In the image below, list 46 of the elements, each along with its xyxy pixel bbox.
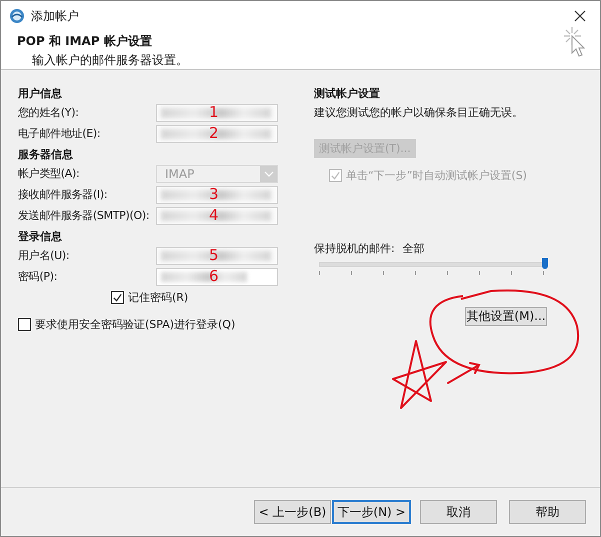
checkbox[interactable] bbox=[111, 291, 124, 304]
checkbox-label: 单击“下一步”时自动测试帐户设置(S) bbox=[346, 168, 527, 183]
dialog-button[interactable]: 取消 bbox=[420, 500, 497, 524]
annotation-number: 5 bbox=[209, 248, 219, 264]
checkbox[interactable] bbox=[18, 318, 31, 331]
dialog-button[interactable]: 帮助 bbox=[509, 500, 586, 524]
offline-label: 保持脱机的邮件: bbox=[314, 241, 395, 256]
annotation-number: 6 bbox=[209, 268, 219, 284]
input-field[interactable]: 4 bbox=[156, 206, 278, 224]
annotation-number: 3 bbox=[209, 186, 219, 202]
offline-value: 全部 bbox=[402, 241, 425, 256]
field-label: 密码(P): bbox=[18, 269, 58, 284]
page-subtitle: 输入帐户的邮件服务器设置。 bbox=[32, 52, 189, 69]
input-field[interactable]: 2 bbox=[156, 124, 278, 142]
field-label: 发送邮件服务器(SMTP)(O): bbox=[18, 208, 150, 223]
dialog-button[interactable]: 下一步(N) > bbox=[332, 500, 411, 524]
more-settings-button[interactable]: 其他设置(M)... bbox=[465, 307, 547, 326]
input-field[interactable]: 5 bbox=[156, 246, 278, 264]
section-heading: 测试帐户设置 bbox=[314, 86, 380, 102]
chevron-icon bbox=[264, 170, 274, 176]
star-drawing bbox=[392, 340, 447, 409]
dialog-button[interactable]: < 上一步(B) bbox=[254, 500, 331, 524]
checkbox-label: 记住密码(R) bbox=[128, 290, 188, 305]
dropdown: IMAP bbox=[156, 164, 278, 182]
section-heading: 登录信息 bbox=[18, 229, 63, 245]
field-label: 您的姓名(Y): bbox=[18, 105, 80, 120]
input-field[interactable]: 6 bbox=[156, 268, 278, 286]
annotation-number: 1 bbox=[209, 104, 219, 120]
close-icon[interactable] bbox=[574, 10, 586, 22]
annotation-number: 4 bbox=[209, 208, 219, 224]
input-field[interactable]: 1 bbox=[156, 104, 278, 122]
field-label: 用户名(U): bbox=[18, 248, 70, 263]
field-label: 电子邮件地址(E): bbox=[18, 126, 102, 141]
section-heading: 服务器信息 bbox=[18, 147, 74, 163]
field-label: 接收邮件服务器(I): bbox=[18, 187, 108, 202]
globe-icon bbox=[9, 8, 25, 24]
window-title: 添加帐户 bbox=[31, 8, 79, 24]
section-heading: 用户信息 bbox=[18, 86, 63, 102]
annotation-number: 2 bbox=[209, 126, 219, 142]
field-label: 帐户类型(A): bbox=[18, 166, 80, 181]
arrow bbox=[447, 362, 480, 384]
checkbox-label: 要求使用安全密码验证(SPA)进行登录(Q) bbox=[35, 317, 236, 332]
input-field[interactable]: 3 bbox=[156, 186, 278, 204]
slider-thumb[interactable] bbox=[542, 258, 548, 269]
description-text: 建议您测试您的帐户以确保条目正确无误。 bbox=[314, 105, 523, 120]
page-title: POP 和 IMAP 帐户设置 bbox=[17, 33, 153, 50]
